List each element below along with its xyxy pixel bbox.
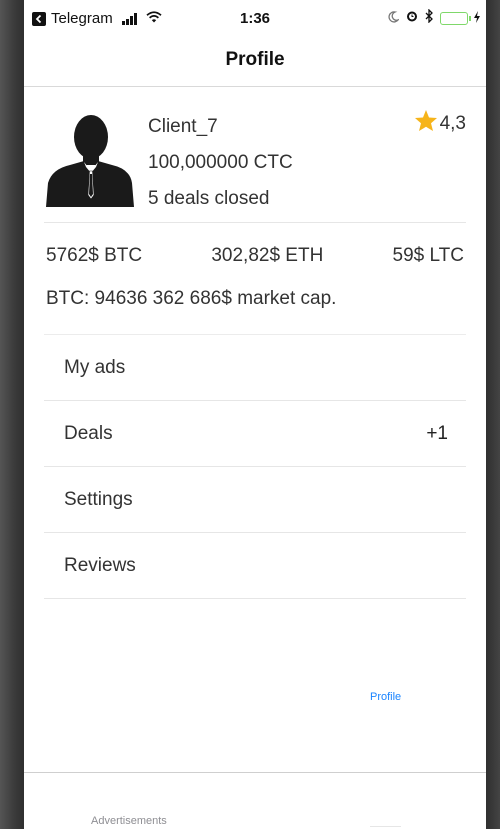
menu-item-label: Deals (64, 422, 113, 444)
deals-closed: 5 deals closed (148, 188, 270, 209)
rating: 4,3 (414, 109, 466, 138)
battery-icon (440, 11, 471, 25)
page-title: Profile (225, 49, 285, 70)
star-icon (414, 109, 438, 138)
menu-item-label: Settings (64, 488, 133, 510)
bluetooth-icon (425, 8, 434, 27)
rating-value: 4,3 (439, 112, 466, 134)
moon-icon (387, 10, 400, 27)
tab-bar: Advertisements Profile (24, 691, 486, 829)
ctc-balance: 100,000000 CTC (148, 152, 293, 173)
avatar-silhouette (46, 115, 134, 207)
alarm-icon (405, 9, 419, 27)
menu-item-settings[interactable]: Settings (44, 467, 466, 533)
right-edge (486, 0, 500, 829)
btc-balance: 5762$ BTC (46, 245, 143, 266)
profile-info: Client_7 100,000000 CTC 5 deals closed (148, 109, 293, 217)
profile-card: Client_7 100,000000 CTC 5 deals closed 4… (44, 87, 466, 223)
avatar[interactable] (44, 107, 136, 207)
phone-screen: Telegram 1:36 Profile Client_7 100,00000… (24, 0, 486, 829)
eth-balance: 302,82$ ETH (211, 245, 324, 266)
tab-profile[interactable]: Profile (370, 691, 402, 827)
status-bar: Telegram 1:36 (24, 0, 486, 34)
tab-advertisements[interactable]: Advertisements (91, 815, 167, 827)
menu-item-label: My ads (64, 356, 126, 378)
username: Client_7 (148, 116, 218, 137)
crypto-balances: 5762$ BTC 302,82$ ETH 59$ LTC (24, 245, 486, 267)
charging-icon (474, 10, 480, 27)
deals-badge: +1 (426, 422, 448, 444)
status-right (387, 8, 480, 27)
nav-bar: Profile (24, 34, 486, 87)
menu-item-my-ads[interactable]: My ads (44, 335, 466, 401)
menu-item-deals[interactable]: Deals +1 (44, 401, 466, 467)
ltc-balance: 59$ LTC (392, 245, 464, 266)
menu-item-reviews[interactable]: Reviews (44, 533, 466, 599)
menu-item-label: Reviews (64, 554, 136, 576)
market-cap: BTC: 94636 362 686$ market cap. (46, 288, 337, 309)
profile-menu: My ads Deals +1 Settings Reviews (44, 335, 466, 599)
left-edge (0, 0, 24, 829)
